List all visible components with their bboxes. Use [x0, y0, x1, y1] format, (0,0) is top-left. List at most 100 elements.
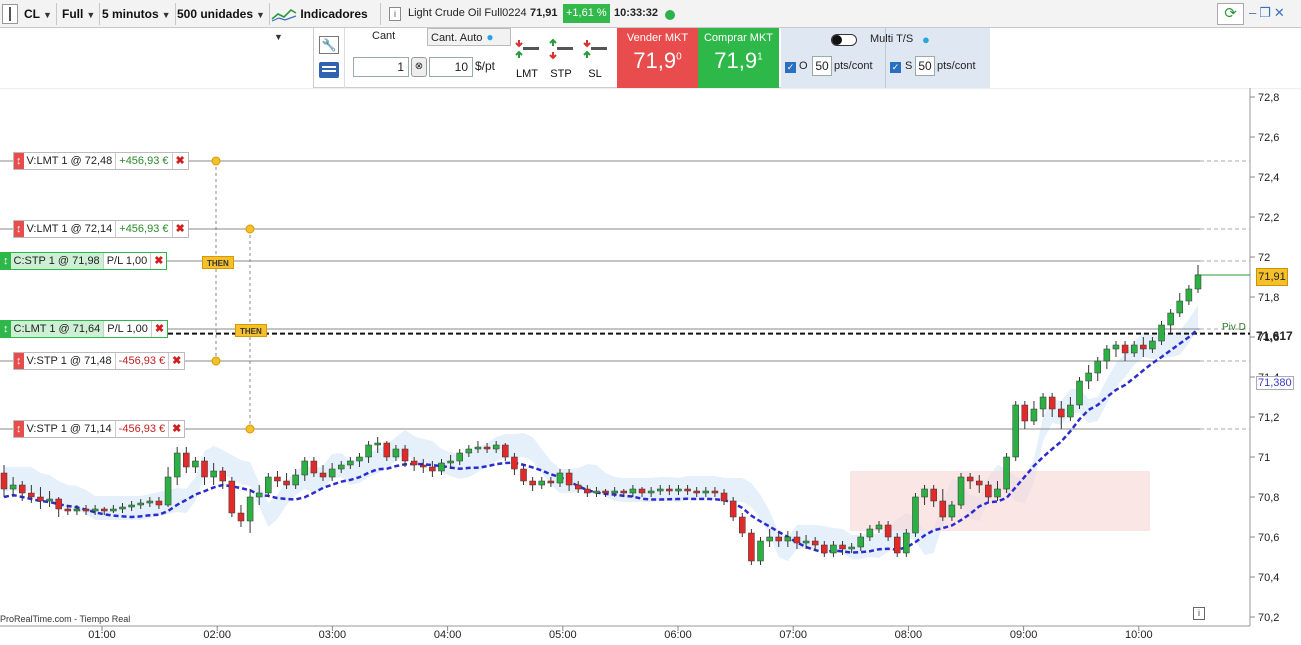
order-tag[interactable]: ↕ V:LMT 1 @ 72,14 +456,93 € ✖: [13, 220, 189, 238]
per-point-input[interactable]: 10: [429, 57, 473, 77]
then-link-badge[interactable]: THEN: [202, 256, 234, 269]
candle: [46, 498, 53, 502]
x-tick-label: 05:00: [549, 629, 577, 641]
cancel-order-icon[interactable]: ✖: [150, 253, 166, 269]
order-tag[interactable]: ↕ V:LMT 1 @ 72,48 +456,93 € ✖: [13, 152, 189, 170]
candle: [55, 498, 62, 510]
info-icon[interactable]: i: [389, 7, 401, 21]
multi-ts-toggle[interactable]: [831, 34, 857, 46]
y-tick-label: 70,8: [1258, 492, 1279, 504]
order-pl: -456,93 €: [114, 421, 168, 437]
candle: [766, 536, 773, 542]
candle: [1185, 288, 1193, 302]
cancel-order-icon[interactable]: ✖: [150, 321, 167, 337]
chevron-down-icon: ▼: [43, 10, 52, 20]
qty-input[interactable]: 1: [353, 57, 409, 77]
order-label: V:LMT 1 @ 72,14: [26, 223, 113, 235]
s-points-input[interactable]: 50: [915, 56, 935, 76]
drag-handle-icon[interactable]: ↕: [14, 221, 24, 237]
lmt-order-button[interactable]: LMT: [511, 34, 545, 86]
drag-handle-icon[interactable]: ↕: [1, 321, 11, 337]
sell-market-button[interactable]: Vender MKT 71,90: [617, 28, 698, 88]
drag-handle-icon[interactable]: ↕: [1, 253, 11, 269]
candle: [848, 546, 855, 550]
x-tick-label: 03:00: [319, 629, 347, 641]
wrench-icon[interactable]: 🔧: [319, 36, 339, 54]
candle: [1094, 360, 1101, 374]
y-tick-label: 72,2: [1258, 212, 1279, 224]
buy-market-button[interactable]: Comprar MKT 71,91: [698, 28, 779, 88]
candle: [1140, 344, 1147, 350]
candle: [821, 544, 828, 554]
o-checkbox[interactable]: ✓: [785, 62, 796, 73]
candle: [611, 490, 618, 494]
y-tick-label: 71,2: [1258, 412, 1279, 424]
indicators-icon: [271, 8, 297, 22]
sell-label: Vender MKT: [626, 32, 689, 44]
instrument-name: Light Crude Oil Full0224: [408, 7, 527, 19]
order-handle: [211, 356, 221, 366]
candle: [976, 480, 983, 486]
s-checkbox[interactable]: ✓: [890, 62, 901, 73]
drag-handle-icon[interactable]: ↕: [14, 353, 24, 369]
mode-dropdown[interactable]: Full ▼: [58, 3, 101, 25]
candle: [1003, 456, 1010, 490]
timeframe-dropdown[interactable]: 5 minutos ▼: [98, 3, 176, 25]
candle: [985, 484, 992, 498]
link-toggle-icon[interactable]: ⊗: [411, 57, 427, 77]
order-panel: 🔧 Cant Cant. Auto ● 1 ⊗ 10 $/pt LMT STP S…: [313, 28, 990, 88]
indicators-label: Indicadores: [300, 7, 368, 21]
candle: [1121, 344, 1129, 354]
y-tick-label: 72,4: [1258, 172, 1279, 184]
candle: [255, 492, 263, 498]
order-tag[interactable]: ↕ V:STP 1 @ 71,48 -456,93 € ✖: [13, 352, 186, 370]
refresh-icon[interactable]: ⟳: [1217, 3, 1244, 25]
indicators-button[interactable]: Indicadores ▼: [267, 3, 381, 42]
keyboard-icon[interactable]: [319, 62, 339, 78]
close-icon[interactable]: ✕: [1274, 5, 1288, 20]
window-icon[interactable]: [2, 4, 18, 24]
drag-handle-icon[interactable]: ↕: [14, 421, 24, 437]
restore-icon[interactable]: ❐: [1259, 5, 1274, 20]
cancel-order-icon[interactable]: ✖: [171, 153, 188, 169]
data-source-label: ProRealTime.com - Tiempo Real: [0, 614, 131, 624]
stp-order-button[interactable]: STP: [545, 34, 579, 86]
multi-ts-panel: Multi T/S ● ✓ O 50 pts/cont ✓ S 50 pts/c…: [781, 28, 990, 88]
candle: [201, 460, 208, 478]
candle: [1194, 274, 1202, 290]
drag-handle-icon[interactable]: ↕: [14, 153, 24, 169]
order-tag[interactable]: ↕ C:STP 1 @ 71,98 P/L 1,00 ✖: [0, 252, 168, 270]
price-chart[interactable]: 72,872,672,472,27271,871,671,471,27170,8…: [0, 88, 1301, 645]
candle: [483, 446, 491, 450]
candle: [37, 496, 44, 502]
candle: [465, 448, 473, 454]
candle: [146, 500, 154, 504]
candle: [1058, 408, 1065, 418]
candle: [656, 488, 664, 492]
cancel-order-icon[interactable]: ✖: [171, 221, 188, 237]
auto-qty-button[interactable]: Cant. Auto ●: [427, 28, 511, 46]
sl-order-button[interactable]: SL: [579, 34, 613, 86]
chart-info-icon[interactable]: i: [1193, 607, 1205, 620]
current-price-label: 71,91: [1256, 268, 1288, 286]
then-link-badge[interactable]: THEN: [235, 324, 267, 337]
minimize-icon[interactable]: –: [1249, 5, 1259, 20]
candle: [128, 504, 135, 508]
candle: [1158, 324, 1165, 342]
order-tag[interactable]: ↕ C:LMT 1 @ 71,64 P/L 1,00 ✖: [0, 320, 169, 338]
candle: [1103, 348, 1111, 362]
candle: [538, 480, 546, 486]
cancel-order-icon[interactable]: ✖: [168, 353, 184, 369]
clock-time: 10:33:32: [614, 7, 659, 19]
candle: [693, 490, 700, 494]
cancel-order-icon[interactable]: ✖: [168, 421, 184, 437]
candle: [64, 508, 72, 512]
candle: [529, 480, 536, 486]
o-points-input[interactable]: 50: [812, 56, 832, 76]
candle: [283, 480, 290, 486]
units-dropdown[interactable]: 500 unidades ▼: [173, 3, 270, 25]
candle: [246, 496, 254, 522]
order-tag[interactable]: ↕ V:STP 1 @ 71,14 -456,93 € ✖: [13, 420, 186, 438]
candle: [137, 502, 144, 506]
symbol-dropdown[interactable]: CL ▼: [20, 3, 57, 25]
